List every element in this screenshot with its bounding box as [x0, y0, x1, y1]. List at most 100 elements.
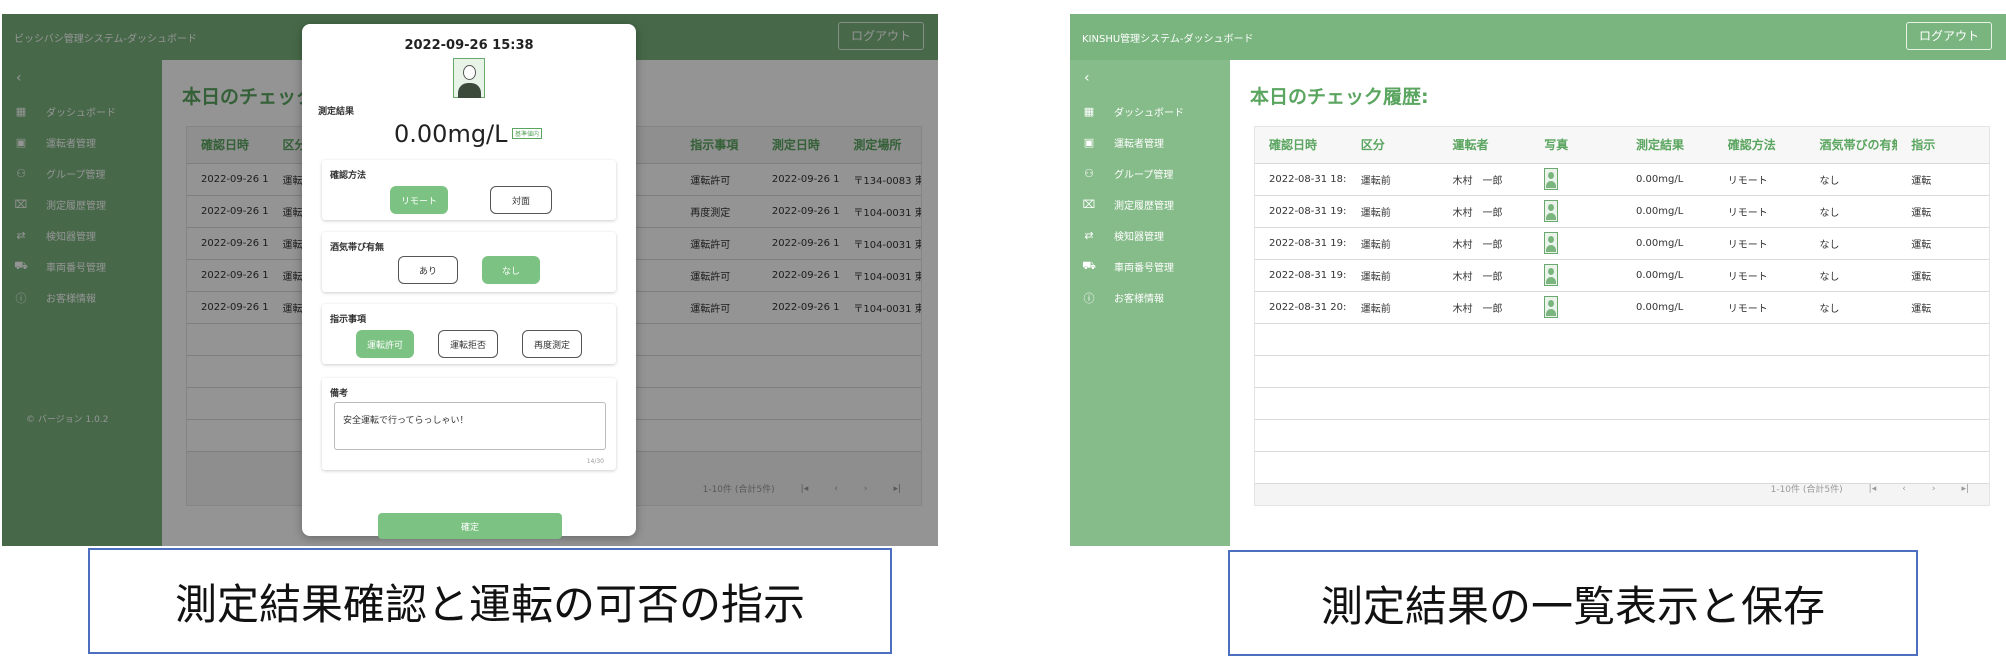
table-cell	[1530, 291, 1622, 324]
driver-photo-icon[interactable]	[1544, 200, 1559, 222]
empty-cell	[1438, 451, 1531, 484]
table-cell: 運転	[1897, 195, 1989, 228]
empty-cell	[1438, 387, 1531, 420]
table-cell: 木村 一郎	[1438, 195, 1531, 228]
result-label: 測定結果	[318, 107, 355, 117]
remote-button[interactable]: リモート	[390, 186, 448, 214]
empty-cell	[1255, 355, 1347, 388]
sidebar-item-dashboard[interactable]: ▦ ダッシュボード	[1070, 96, 1230, 127]
face-to-face-button[interactable]: 対面	[490, 186, 552, 214]
result-tag: 基準値内	[512, 128, 543, 139]
dialog-datetime: 2022-09-26 15:38	[404, 38, 534, 53]
sidebar-item-group[interactable]: ⚇ グループ管理	[1070, 158, 1230, 189]
empty-cell	[1897, 451, 1989, 484]
sidebar-item-label: お客様情報	[1114, 294, 1164, 305]
driver-photo-icon[interactable]	[1544, 168, 1559, 190]
sidebar-item-history[interactable]: ⌧ 測定履歴管理	[1070, 189, 1230, 220]
column-header[interactable]: 運転者	[1438, 127, 1531, 164]
sidebar-item-label: グループ管理	[1114, 170, 1174, 181]
empty-cell	[1713, 451, 1806, 484]
app-title: KINSHU管理システム-ダッシュボード	[1082, 33, 1254, 45]
table-cell	[1530, 163, 1622, 196]
sidebar-item-label: 測定履歴管理	[1114, 201, 1174, 212]
confirm-button[interactable]: 確定	[378, 513, 562, 539]
avatar-body-icon	[458, 83, 481, 98]
table-cell: なし	[1805, 291, 1898, 324]
caption-right: 測定結果の一覧表示と保存	[1228, 550, 1918, 656]
allow-driving-button[interactable]: 運転許可	[356, 330, 414, 358]
sidebar: ‹ ▦ ダッシュボード ▣ 運転者管理 ⚇ グループ管理 ⌧ 測定履歴管理 ⇄ 検知器管理 ⛟ 車両番…	[1070, 60, 1230, 546]
empty-cell	[1622, 387, 1714, 420]
driver-photo-icon[interactable]	[1544, 296, 1559, 318]
table-row[interactable]: 2022-08-31 19:05運転前木村 一郎 0.00mg/Lリモートなし運転	[1255, 195, 1989, 228]
column-header[interactable]: 酒気帯びの有無	[1805, 127, 1898, 164]
history-table: 確認日時 区分 運転者 写真 測定結果 確認方法 酒気帯びの有無 指示 2022-08-31 …	[1255, 127, 1989, 484]
empty-row	[1255, 387, 1989, 420]
empty-cell	[1530, 387, 1622, 420]
first-page-icon[interactable]: |◂	[1869, 484, 1877, 494]
empty-cell	[1346, 451, 1439, 484]
table-cell: 2022-08-31 19:05	[1255, 195, 1347, 228]
collapse-icon[interactable]: ‹	[1084, 70, 1090, 86]
table-cell: 0.00mg/L	[1622, 259, 1714, 292]
history-table-card: 確認日時 区分 運転者 写真 測定結果 確認方法 酒気帯びの有無 指示 2022-08-31 …	[1254, 126, 1990, 506]
empty-cell	[1897, 323, 1989, 356]
table-cell: 運転	[1897, 163, 1989, 196]
last-page-icon[interactable]: ▸|	[1961, 484, 1969, 494]
table-cell: 木村 一郎	[1438, 163, 1531, 196]
detector-icon: ⇄	[1084, 229, 1094, 242]
table-row[interactable]: 2022-08-31 19:25運転前木村 一郎 0.00mg/Lリモートなし運転	[1255, 227, 1989, 260]
table-cell: 木村 一郎	[1438, 227, 1531, 260]
alcohol-yes-button[interactable]: あり	[398, 256, 458, 284]
driver-photo-icon[interactable]	[1544, 264, 1559, 286]
table-cell: 木村 一郎	[1438, 291, 1531, 324]
table-cell: 運転前	[1346, 195, 1439, 228]
table-cell: 2022-08-31 19:40	[1255, 259, 1347, 292]
table-cell: 運転前	[1346, 163, 1439, 196]
empty-cell	[1805, 387, 1898, 420]
sidebar-item-vehicle[interactable]: ⛟ 車両番号管理	[1070, 251, 1230, 282]
column-header[interactable]: 写真	[1530, 127, 1622, 164]
column-header[interactable]: 指示	[1897, 127, 1989, 164]
empty-cell	[1346, 355, 1439, 388]
empty-cell	[1438, 419, 1531, 452]
table-header: 確認日時 区分 運転者 写真 測定結果 確認方法 酒気帯びの有無 指示	[1255, 127, 1989, 164]
driver-photo-icon[interactable]	[1544, 232, 1559, 254]
table-row[interactable]: 2022-08-31 19:40運転前木村 一郎 0.00mg/Lリモートなし運転	[1255, 259, 1989, 292]
sidebar-item-driver[interactable]: ▣ 運転者管理	[1070, 127, 1230, 158]
table-row[interactable]: 2022-08-31 18:55運転前木村 一郎 0.00mg/Lリモートなし運転	[1255, 163, 1989, 196]
empty-row	[1255, 419, 1989, 452]
next-page-icon[interactable]: ›	[1932, 484, 1936, 494]
method-card: 確認方法 リモート 対面	[322, 160, 616, 220]
retest-button[interactable]: 再度測定	[522, 330, 582, 358]
sidebar-item-info[interactable]: ⓘ お客様情報	[1070, 282, 1230, 313]
logout-button[interactable]: ログアウト	[1905, 22, 1992, 50]
table-cell: 運転	[1897, 291, 1989, 324]
table-cell: 0.00mg/L	[1622, 227, 1714, 260]
empty-cell	[1255, 323, 1347, 356]
column-header[interactable]: 測定結果	[1622, 127, 1714, 164]
alcohol-no-button[interactable]: なし	[482, 256, 540, 284]
empty-cell	[1622, 323, 1714, 356]
deny-driving-button[interactable]: 運転拒否	[438, 330, 498, 358]
table-cell: 運転前	[1346, 227, 1439, 260]
alcohol-card: 酒気帯び有無 あり なし	[322, 232, 616, 292]
column-header[interactable]: 区分	[1346, 127, 1439, 164]
table-row[interactable]: 2022-08-31 20:00運転前木村 一郎 0.00mg/Lリモートなし運転	[1255, 291, 1989, 324]
alcohol-label: 酒気帯び有無	[330, 243, 385, 253]
column-header[interactable]: 確認方法	[1713, 127, 1806, 164]
group-icon: ⚇	[1084, 167, 1094, 180]
empty-cell	[1713, 323, 1806, 356]
table-cell	[1530, 227, 1622, 260]
table-cell: リモート	[1713, 195, 1806, 228]
table-cell: リモート	[1713, 227, 1806, 260]
remarks-input[interactable]: 安全運転で行ってらっしゃい！	[334, 402, 606, 450]
sidebar-item-detector[interactable]: ⇄ 検知器管理	[1070, 220, 1230, 251]
table-cell	[1530, 259, 1622, 292]
right-screenshot: KINSHU管理システム-ダッシュボード ログアウト ‹ ▦ ダッシュボード ▣ 運転…	[1070, 14, 2006, 546]
prev-page-icon[interactable]: ‹	[1902, 484, 1906, 494]
column-header[interactable]: 確認日時	[1255, 127, 1347, 164]
empty-cell	[1255, 451, 1347, 484]
sidebar-item-label: 運転者管理	[1114, 139, 1164, 150]
pagination: 1-10件 (合計5件) |◂ ‹ › ▸|	[1745, 482, 1969, 496]
